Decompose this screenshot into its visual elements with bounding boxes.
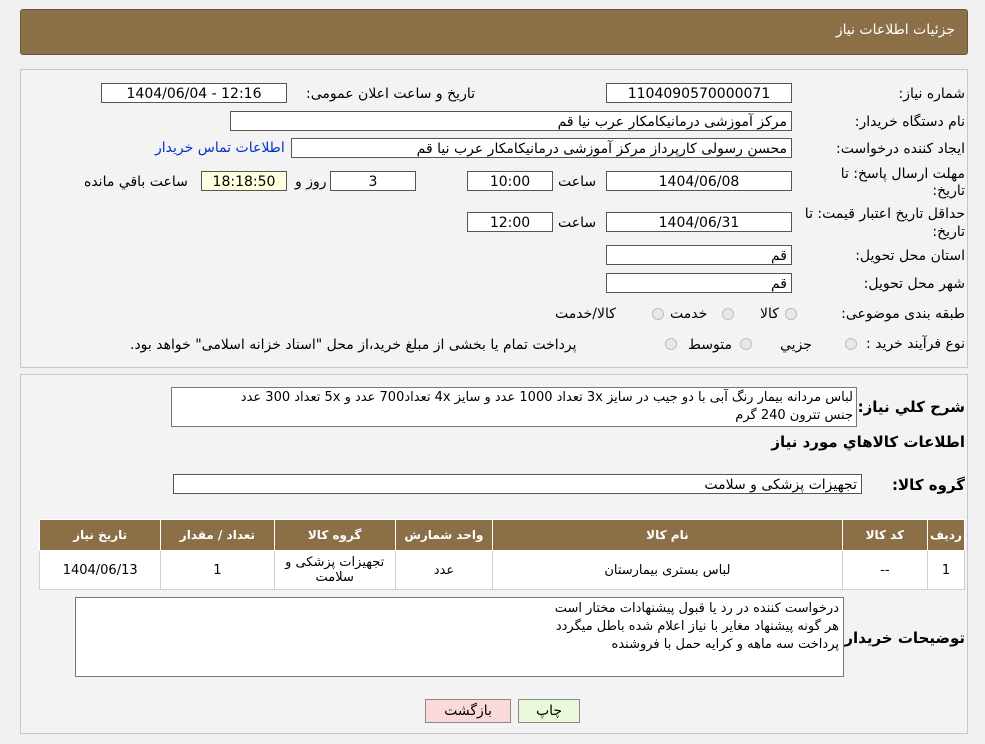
buyer-contact-link[interactable]: اطلاعات تماس خریدار [155, 140, 285, 156]
col-header-code: کد کالا [841, 519, 928, 551]
validity-label: حداقل تاریخ اعتبار قیمت: تا [804, 206, 965, 222]
page-header: جزئیات اطلاعات نیاز [20, 9, 968, 55]
buyer-notes-line-2: هر گونه پیشنهاد مغایر با نیاز اعلام شده … [555, 619, 839, 634]
buyer-notes-textarea[interactable]: درخواست کننده در رد یا قبول پیشنهادات مخ… [75, 597, 844, 677]
goods-group-label: گروه کالا: [892, 476, 965, 494]
validity-label-2: تاریخ: [932, 224, 965, 240]
cell-date: 1404/06/13 [38, 550, 162, 590]
description-line-1: لباس مردانه بیمار رنگ آبی با دو جیب در س… [240, 390, 853, 405]
table-header-row: ردیف کد کالا نام کالا واحد شمارش گروه کا… [38, 519, 966, 551]
process-radio-treasury[interactable] [665, 338, 677, 350]
province-label: استان محل تحویل: [855, 248, 965, 264]
goods-group-field: تجهیزات پزشکی و سلامت [173, 474, 862, 494]
col-header-group: گروه کالا [273, 519, 396, 551]
validity-time-field: 12:00 [467, 212, 553, 232]
buyer-label: نام دستگاه خریدار: [854, 114, 965, 130]
back-button[interactable]: بازگشت [425, 699, 511, 723]
deadline-label-2: تاریخ: [932, 183, 965, 199]
page-title: جزئیات اطلاعات نیاز [835, 22, 955, 38]
city-field: قم [606, 273, 792, 293]
buyer-notes-line-3: پرداخت سه ماهه و کرایه حمل با فروشنده [611, 637, 839, 652]
category-radio-goods[interactable] [785, 308, 797, 320]
category-option-goods-service: کالا/خدمت [555, 306, 616, 322]
col-header-quantity: تعداد / مقدار [160, 519, 275, 551]
cell-group: تجهیزات پزشکی و سلامت [273, 550, 396, 590]
cell-quantity: 1 [160, 550, 275, 590]
process-radio-medium[interactable] [740, 338, 752, 350]
announce-field: 1404/06/04 - 12:16 [101, 83, 287, 103]
goods-section-title: اطلاعات كالاهاي مورد نياز [771, 433, 965, 451]
description-textarea[interactable]: لباس مردانه بیمار رنگ آبی با دو جیب در س… [171, 387, 857, 427]
col-header-date: تاریخ نیاز [38, 519, 162, 551]
cell-code: -- [841, 550, 928, 590]
process-label: نوع فرآیند خرید : [866, 336, 965, 352]
table-row: 1 -- لباس بستری بیمارستان عدد تجهیزات پز… [38, 550, 966, 590]
description-line-2: جنس تترون 240 گرم [735, 408, 853, 423]
need-number-label: شماره نیاز: [898, 86, 966, 102]
announce-label: تاریخ و ساعت اعلان عمومی: [306, 86, 475, 102]
buyer-notes-line-1: درخواست کننده در رد یا قبول پیشنهادات مخ… [554, 601, 839, 616]
deadline-time-label: ساعت [558, 174, 597, 190]
days-field: 3 [330, 171, 416, 191]
process-note: پرداخت تمام یا بخشی از مبلغ خرید،از محل … [130, 337, 577, 353]
city-label: شهر محل تحویل: [863, 276, 965, 292]
category-label: طبقه بندی موضوعی: [841, 306, 965, 322]
buyer-notes-label: توضیحات خریدار: [838, 629, 965, 647]
items-table: ردیف کد کالا نام کالا واحد شمارش گروه کا… [38, 519, 966, 590]
deadline-label: مهلت ارسال پاسخ: تا [840, 166, 965, 182]
province-field: قم [606, 245, 792, 265]
requester-field: محسن رسولی کارپرداز مرکز آموزشی درمانیکا… [291, 138, 792, 158]
cell-row-number: 1 [926, 550, 966, 590]
description-label: شرح كلي نياز: [857, 398, 965, 416]
validity-date-field: 1404/06/31 [606, 212, 792, 232]
process-radio-minor[interactable] [845, 338, 857, 350]
remaining-time-field: 18:18:50 [201, 171, 287, 191]
cell-name: لباس بستری بیمارستان [492, 550, 843, 590]
requester-label: ایجاد کننده درخواست: [836, 141, 965, 157]
col-header-row-number: ردیف [926, 519, 966, 551]
deadline-date-field: 1404/06/08 [606, 171, 792, 191]
need-number-field: 1104090570000071 [606, 83, 792, 103]
col-header-unit: واحد شمارش [394, 519, 494, 551]
category-radio-service[interactable] [722, 308, 734, 320]
process-option-medium: متوسط [688, 337, 732, 353]
print-button[interactable]: چاپ [518, 699, 580, 723]
remaining-time-label: ساعت باقي مانده [84, 174, 188, 190]
days-label: روز و [295, 174, 327, 190]
cell-unit: عدد [394, 550, 494, 590]
col-header-name: نام کالا [492, 519, 843, 551]
category-radio-goods-service[interactable] [652, 308, 664, 320]
process-option-minor: جزیي [780, 337, 812, 353]
category-option-service: خدمت [670, 306, 708, 322]
buyer-field: مرکز آموزشی درمانیکامکار عرب نیا قم [230, 111, 792, 131]
category-option-goods: کالا [760, 306, 779, 322]
deadline-time-field: 10:00 [467, 171, 553, 191]
validity-time-label: ساعت [558, 215, 597, 231]
